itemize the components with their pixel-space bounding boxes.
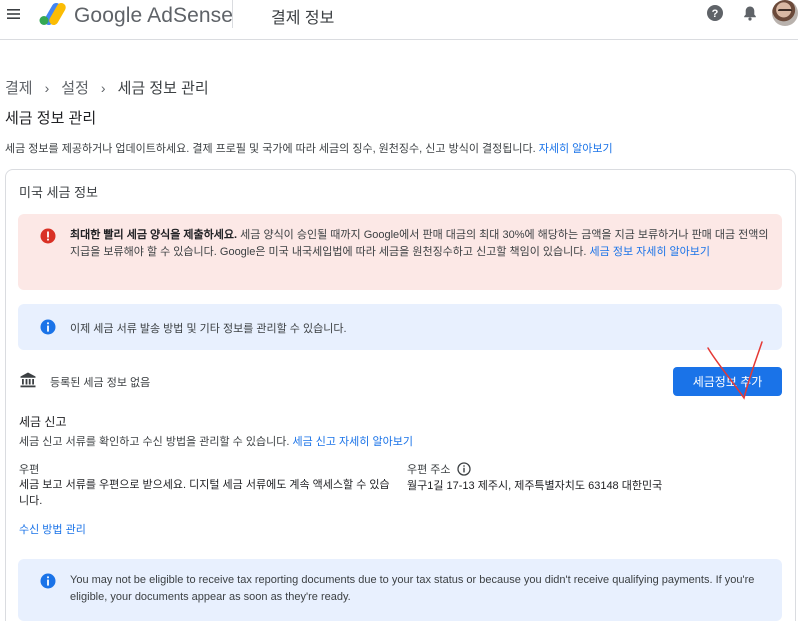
tax-info-learn-more-link[interactable]: 세금 정보 자세히 알아보기 xyxy=(590,246,711,258)
page-title: 세금 정보 관리 xyxy=(5,110,97,127)
tax-reporting-description: 세금 신고 서류를 확인하고 수신 방법을 관리할 수 있습니다. 세금 신고 … xyxy=(19,433,413,449)
info-icon xyxy=(40,573,56,589)
tax-reporting-learn-more-link[interactable]: 세금 신고 자세히 알아보기 xyxy=(292,436,413,448)
help-icon[interactable]: ? xyxy=(706,4,724,22)
info-icon xyxy=(40,319,56,335)
mail-label: 우편 xyxy=(19,464,40,476)
svg-text:?: ? xyxy=(712,8,719,20)
info-outline-icon[interactable] xyxy=(456,462,471,476)
add-tax-info-button[interactable]: 세금정보 추가 xyxy=(673,367,782,396)
menu-icon[interactable] xyxy=(6,6,22,22)
tax-reporting-description-text: 세금 신고 서류를 확인하고 수신 방법을 관리할 수 있습니다. xyxy=(19,436,293,448)
mail-description: 세금 보고 서류를 우편으로 받으세요. 디지털 세금 서류에도 계속 액세스할… xyxy=(19,479,390,507)
eligibility-notice: You may not be eligible to receive tax r… xyxy=(18,559,782,621)
top-app-bar: Google AdSense 결제 정보 ? xyxy=(0,0,798,40)
mailing-address-label-text: 우편 주소 xyxy=(407,464,451,476)
tax-reporting-title: 세금 신고 xyxy=(19,415,67,429)
bank-icon xyxy=(20,372,36,388)
breadcrumb: 결제 › 설정 › 세금 정보 관리 xyxy=(5,77,209,98)
brand-divider xyxy=(232,0,233,28)
card-title: 미국 세금 정보 xyxy=(19,185,98,200)
error-alert-bold: 최대한 빨리 세금 양식을 제출하세요. xyxy=(70,229,238,241)
avatar[interactable] xyxy=(772,0,798,26)
eligibility-notice-text: You may not be eligible to receive tax r… xyxy=(70,574,755,603)
error-alert-text: 최대한 빨리 세금 양식을 제출하세요. 세금 양식이 승인될 때까지 Goog… xyxy=(70,227,770,261)
chevron-right-icon: › xyxy=(100,79,106,96)
breadcrumb-item-current: 세금 정보 관리 xyxy=(117,80,209,97)
breadcrumb-item-payments[interactable]: 결제 xyxy=(5,77,33,98)
page-description: 세금 정보를 제공하거나 업데이트하세요. 결제 프로필 및 국가에 따라 세금… xyxy=(5,140,613,156)
info-alert-text: 이제 세금 서류 발송 방법 및 기타 정보를 관리할 수 있습니다. xyxy=(70,323,347,335)
mailing-address-label: 우편 주소 xyxy=(407,461,471,477)
us-tax-info-card: 미국 세금 정보 최대한 빨리 세금 양식을 제출하세요. 세금 양식이 승인될… xyxy=(5,169,796,621)
learn-more-link[interactable]: 자세히 알아보기 xyxy=(539,143,613,155)
info-alert: 이제 세금 서류 발송 방법 및 기타 정보를 관리할 수 있습니다. xyxy=(18,304,782,350)
chevron-right-icon: › xyxy=(44,79,50,96)
brand-name[interactable]: Google AdSense xyxy=(74,4,233,28)
mailing-address-value: 월구1길 17-13 제주시, 제주특별자치도 63148 대한민국 xyxy=(407,480,663,492)
manage-delivery-link[interactable]: 수신 방법 관리 xyxy=(19,521,86,537)
adsense-logo-icon[interactable] xyxy=(38,1,68,27)
bell-icon[interactable] xyxy=(741,4,759,22)
page-description-text: 세금 정보를 제공하거나 업데이트하세요. 결제 프로필 및 국가에 따라 세금… xyxy=(5,143,536,155)
error-alert: 최대한 빨리 세금 양식을 제출하세요. 세금 양식이 승인될 때까지 Goog… xyxy=(18,214,782,290)
error-icon xyxy=(40,228,56,244)
breadcrumb-item-settings[interactable]: 설정 xyxy=(61,77,89,98)
top-page-title: 결제 정보 xyxy=(271,10,335,27)
no-tax-info-text: 등록된 세금 정보 없음 xyxy=(50,377,151,389)
